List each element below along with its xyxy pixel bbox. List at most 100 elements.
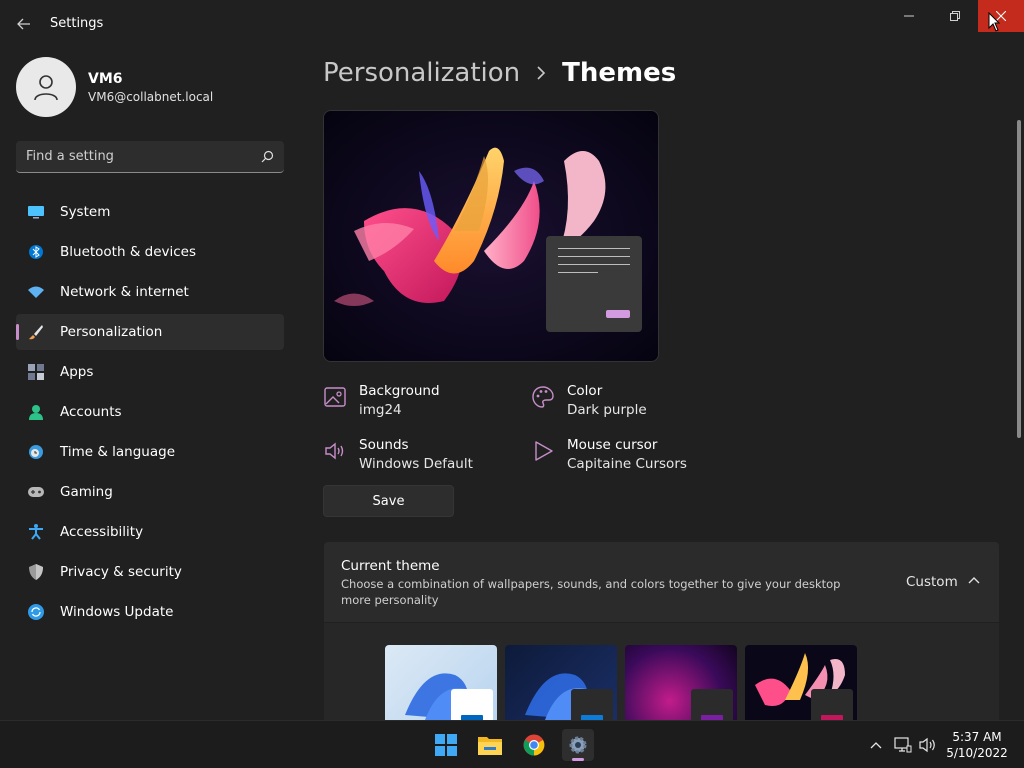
- wifi-icon: [28, 284, 44, 300]
- theme-thumbnail-glow[interactable]: [625, 645, 737, 720]
- sidebar-item-label: Privacy & security: [60, 564, 182, 580]
- chrome-button[interactable]: [518, 729, 550, 761]
- search-input[interactable]: [26, 149, 261, 164]
- sidebar-item-network[interactable]: Network & internet: [16, 274, 284, 310]
- clock-date: 5/10/2022: [946, 746, 1008, 760]
- search-icon[interactable]: [261, 150, 274, 163]
- minimize-button[interactable]: [886, 0, 932, 32]
- theme-thumbnail-captured-motion[interactable]: [745, 645, 857, 720]
- taskbar: 5:37 AM 5/10/2022: [0, 720, 1024, 768]
- start-button[interactable]: [430, 729, 462, 761]
- color-label: Color: [567, 383, 603, 399]
- sidebar-item-bluetooth[interactable]: Bluetooth & devices: [16, 234, 284, 270]
- current-theme-value: Custom: [906, 574, 958, 590]
- clock-globe-icon: [28, 444, 44, 460]
- settings-gear-icon: [569, 736, 587, 754]
- sidebar-item-gaming[interactable]: Gaming: [16, 474, 284, 510]
- picture-icon: [324, 387, 346, 407]
- sidebar-item-label: Accessibility: [60, 524, 144, 540]
- file-explorer-button[interactable]: [474, 729, 506, 761]
- update-icon: [28, 604, 44, 620]
- sidebar-item-label: Network & internet: [60, 284, 189, 300]
- chevron-up-icon[interactable]: [966, 572, 982, 588]
- accessibility-icon: [28, 524, 44, 540]
- sidebar-item-personalization[interactable]: Personalization: [16, 314, 284, 350]
- sounds-setting[interactable]: Sounds Windows Default: [323, 436, 473, 474]
- volume-tray-button[interactable]: [918, 735, 938, 755]
- back-button[interactable]: [12, 12, 36, 36]
- cursor-icon: [535, 441, 553, 461]
- background-value: img24: [359, 402, 402, 418]
- show-hidden-icons-button[interactable]: [866, 735, 886, 755]
- brush-icon: [28, 324, 44, 340]
- theme-thumbnail-windows-dark[interactable]: [505, 645, 617, 720]
- color-value: Dark purple: [567, 402, 647, 418]
- sidebar-item-time-language[interactable]: Time & language: [16, 434, 284, 470]
- sounds-value: Windows Default: [359, 456, 473, 472]
- sidebar-item-label: Time & language: [60, 444, 176, 460]
- sidebar-item-privacy[interactable]: Privacy & security: [16, 554, 284, 590]
- avatar: [16, 57, 76, 117]
- sidebar-item-system[interactable]: System: [16, 194, 284, 230]
- network-monitor-icon: [894, 737, 912, 753]
- background-label: Background: [359, 383, 440, 399]
- restore-button[interactable]: [932, 0, 978, 32]
- current-theme-description: Choose a combination of wallpapers, soun…: [341, 577, 841, 607]
- chevron-up-icon: [870, 742, 882, 749]
- sidebar-item-apps[interactable]: Apps: [16, 354, 284, 390]
- breadcrumb-parent[interactable]: Personalization: [323, 58, 520, 88]
- sidebar-item-label: System: [60, 204, 111, 220]
- mouse-cursor-label: Mouse cursor: [567, 437, 658, 453]
- sidebar-item-label: Bluetooth & devices: [60, 244, 197, 260]
- arrow-left-icon: [17, 18, 30, 30]
- save-button[interactable]: Save: [323, 485, 454, 517]
- preview-window: [546, 236, 642, 332]
- profile-email: VM6@collabnet.local: [88, 89, 214, 104]
- sidebar-item-label: Gaming: [60, 484, 113, 500]
- sounds-label: Sounds: [359, 437, 409, 453]
- active-app-indicator: [572, 758, 584, 761]
- color-setting[interactable]: Color Dark purple: [531, 382, 647, 420]
- sidebar-item-label: Windows Update: [60, 604, 174, 620]
- sidebar-item-label: Apps: [60, 364, 94, 380]
- sidebar-item-label: Personalization: [60, 324, 163, 340]
- accounts-icon: [28, 404, 44, 420]
- app-title: Settings: [50, 16, 104, 31]
- close-button[interactable]: [978, 0, 1024, 32]
- taskbar-clock[interactable]: 5:37 AM 5/10/2022: [942, 729, 1012, 761]
- sidebar-item-accounts[interactable]: Accounts: [16, 394, 284, 430]
- user-profile[interactable]: VM6 VM6@collabnet.local: [16, 57, 213, 117]
- sidebar-item-windows-update[interactable]: Windows Update: [16, 594, 284, 630]
- windows-start-icon: [435, 734, 457, 756]
- background-setting[interactable]: Background img24: [323, 382, 440, 420]
- theme-gallery: [324, 623, 999, 720]
- restore-icon: [950, 11, 960, 21]
- shield-icon: [28, 564, 44, 580]
- clock-time: 5:37 AM: [952, 730, 1002, 744]
- settings-taskbar-button[interactable]: [562, 729, 594, 761]
- volume-icon: [919, 737, 935, 753]
- theme-preview: [323, 110, 659, 362]
- palette-icon: [532, 386, 554, 408]
- network-tray-button[interactable]: [893, 735, 913, 755]
- current-theme-header[interactable]: Current theme Choose a combination of wa…: [324, 542, 999, 622]
- title-bar: Settings: [0, 0, 1024, 48]
- apps-icon: [28, 364, 44, 380]
- speaker-icon: [325, 442, 344, 460]
- profile-name: VM6: [88, 70, 123, 87]
- minimize-icon: [904, 15, 914, 17]
- mouse-cursor-icon: [988, 12, 1000, 32]
- gamepad-icon: [28, 484, 44, 500]
- page-title: Themes: [562, 58, 677, 88]
- mouse-cursor-setting[interactable]: Mouse cursor Capitaine Cursors: [531, 436, 687, 474]
- file-explorer-icon: [478, 737, 502, 755]
- chevron-right-icon: [536, 61, 546, 85]
- mouse-cursor-value: Capitaine Cursors: [567, 456, 687, 472]
- sidebar-item-label: Accounts: [60, 404, 122, 420]
- sidebar-item-accessibility[interactable]: Accessibility: [16, 514, 284, 550]
- person-icon: [34, 75, 58, 101]
- vertical-scrollbar[interactable]: [1017, 120, 1021, 438]
- search-box: [16, 141, 284, 173]
- preview-accent-button: [606, 310, 630, 318]
- theme-thumbnail-windows-light[interactable]: [385, 645, 497, 720]
